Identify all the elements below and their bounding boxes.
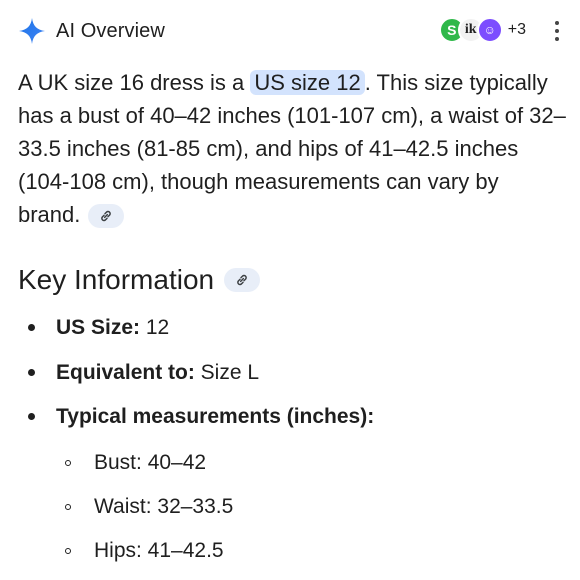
list-item-label: Equivalent to:: [56, 361, 195, 384]
list-item-value: 12: [140, 316, 170, 339]
ai-overview-panel: AI Overview S ik ☺ +3 A UK size 16 dress…: [0, 0, 580, 580]
summary-paragraph: A UK size 16 dress is a US size 12. This…: [18, 66, 566, 231]
ai-overview-header: AI Overview S ik ☺ +3: [18, 14, 566, 48]
link-icon: [101, 211, 112, 222]
highlighted-answer[interactable]: US size 12: [250, 70, 365, 95]
source-link-button[interactable]: [88, 204, 125, 229]
list-item: Typical measurements (inches):: [56, 403, 374, 431]
gemini-spark-icon: [19, 18, 45, 44]
ai-overview-title: AI Overview: [56, 19, 165, 42]
bullet-dot: [28, 413, 35, 420]
heading-link-button[interactable]: [224, 268, 261, 292]
more-vert-icon[interactable]: [548, 16, 566, 46]
source-avatars[interactable]: S ik ☺ +3: [438, 17, 526, 43]
sub-list-item: Bust: 40–42: [94, 451, 207, 474]
list-item: US Size: 12: [56, 314, 169, 342]
key-information-heading: Key Information: [18, 262, 261, 298]
bullet-dot: [28, 369, 35, 376]
summary-text-start: A UK size 16 dress is a: [18, 70, 251, 95]
link-icon: [237, 274, 247, 286]
sub-list-item: Waist: 32–33.5: [94, 495, 234, 518]
sub-bullet-circle: [65, 504, 71, 510]
key-information-title: Key Information: [18, 264, 215, 295]
source-avatar-icon[interactable]: ☺: [476, 17, 503, 43]
more-sources-count[interactable]: +3: [508, 21, 526, 39]
sub-bullet-circle: [65, 548, 71, 554]
list-item-label: Typical measurements (inches):: [56, 405, 375, 428]
sub-list-item: Hips: 41–42.5: [94, 539, 224, 562]
list-item-value: Size L: [194, 361, 260, 384]
bullet-dot: [28, 324, 35, 331]
list-item: Equivalent to: Size L: [56, 359, 259, 387]
list-item-label: US Size:: [56, 316, 141, 339]
sub-bullet-circle: [65, 460, 71, 466]
